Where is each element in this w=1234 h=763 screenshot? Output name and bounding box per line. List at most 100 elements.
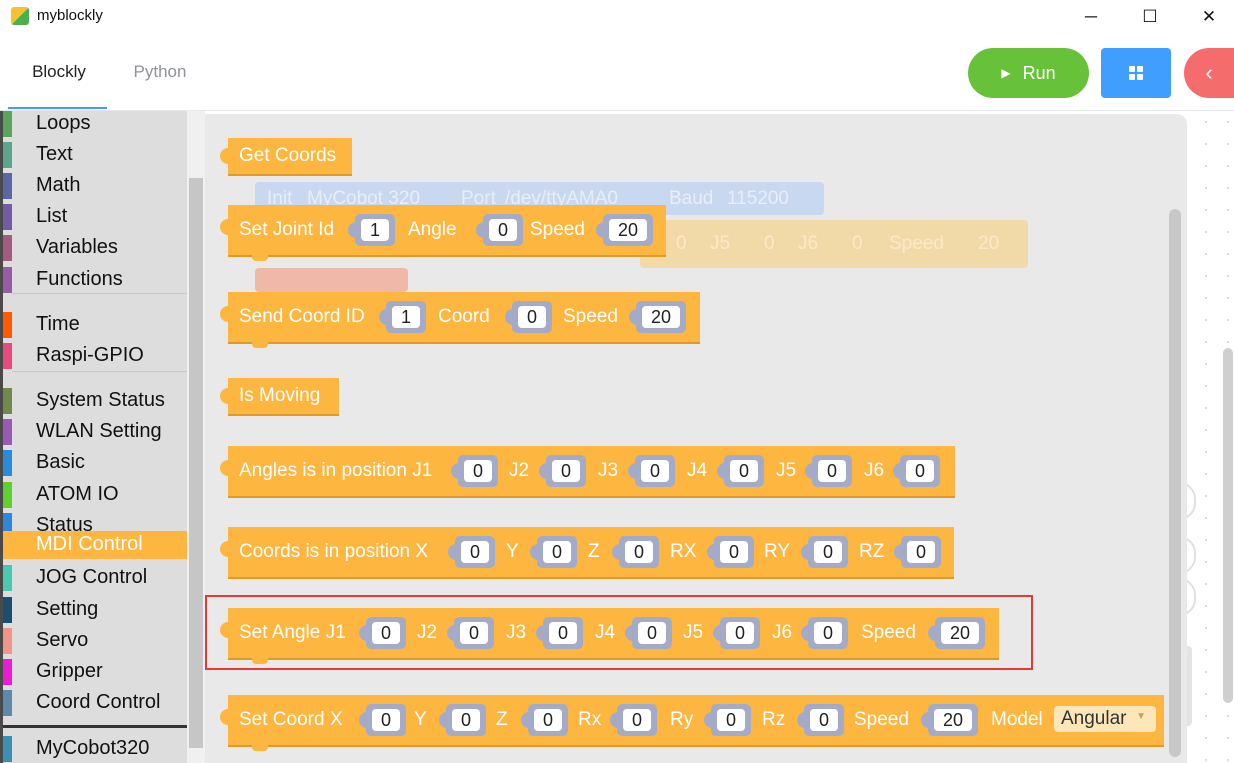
category-label: WLAN Setting: [36, 420, 162, 442]
joint-id-input[interactable]: 1: [348, 214, 395, 246]
category-math[interactable]: Math: [0, 171, 187, 201]
block-send-coord-id[interactable]: Send Coord ID 1 Coord 0 Speed 20: [220, 292, 700, 348]
input-value[interactable]: 0: [543, 541, 571, 563]
speed-input[interactable]: 20: [921, 704, 978, 736]
rx-input[interactable]: 0: [610, 704, 657, 736]
chevron-left-icon: ‹: [1205, 60, 1213, 85]
category-setting[interactable]: Setting: [0, 595, 187, 625]
category-loops[interactable]: Loops: [0, 111, 187, 139]
z-input[interactable]: 0: [612, 536, 659, 568]
category-label: ATOM IO: [36, 483, 119, 505]
title-bar: [0, 0, 1234, 34]
category-coord-control[interactable]: Coord Control: [0, 688, 187, 718]
category-text[interactable]: Text: [0, 140, 187, 170]
z-input[interactable]: 0: [521, 704, 568, 736]
input-value[interactable]: 0: [452, 709, 480, 731]
category-variables[interactable]: Variables: [0, 233, 187, 263]
category-mycobot320[interactable]: MyCobot320: [0, 734, 187, 763]
category-servo[interactable]: Servo: [0, 626, 187, 656]
input-value[interactable]: 0: [717, 709, 745, 731]
y-input[interactable]: 0: [439, 704, 486, 736]
category-label: System Status: [36, 389, 165, 411]
input-value[interactable]: 0: [518, 306, 546, 328]
j2-input[interactable]: 0: [539, 455, 586, 487]
j6-input[interactable]: 0: [893, 455, 940, 487]
j3-input[interactable]: 0: [628, 455, 675, 487]
ry-input[interactable]: 0: [801, 536, 848, 568]
block-get-coords[interactable]: Get Coords: [220, 138, 352, 174]
input-value[interactable]: 0: [907, 541, 935, 563]
input-value[interactable]: 0: [623, 709, 651, 731]
input-value[interactable]: 0: [372, 709, 400, 731]
input-value[interactable]: 0: [552, 460, 580, 482]
input-value[interactable]: 0: [730, 460, 758, 482]
block-is-moving[interactable]: Is Moving: [220, 378, 339, 414]
run-button[interactable]: ▶ Run: [968, 48, 1089, 98]
j1-input[interactable]: 0: [451, 455, 498, 487]
workspace-scrollbar[interactable]: [1223, 348, 1233, 703]
input-value[interactable]: 20: [642, 306, 680, 328]
block-set-joint-id[interactable]: Set Joint Id 1 Angle 0 Speed 20: [220, 205, 666, 261]
category-raspi-gpio[interactable]: Raspi-GPIO: [0, 341, 187, 371]
speed-input[interactable]: 20: [629, 301, 686, 333]
rz-input[interactable]: 0: [894, 536, 941, 568]
input-value[interactable]: 0: [818, 460, 846, 482]
block-set-coord[interactable]: Set Coord X 0 Y 0 Z 0 Rx 0 Ry 0 Rz 0 Spe…: [220, 695, 1164, 751]
rx-input[interactable]: 0: [707, 536, 754, 568]
category-time[interactable]: Time: [0, 310, 187, 340]
input-value[interactable]: 0: [464, 460, 492, 482]
input-value[interactable]: 0: [461, 541, 489, 563]
input-value[interactable]: 0: [534, 709, 562, 731]
ry-input[interactable]: 0: [704, 704, 751, 736]
category-wlan-setting[interactable]: WLAN Setting: [0, 417, 187, 447]
category-atom-io[interactable]: ATOM IO: [0, 480, 187, 510]
category-jog-control[interactable]: JOG Control: [0, 563, 187, 593]
block-coords-in-position[interactable]: Coords is in position X 0 Y 0 Z 0 RX 0 R…: [220, 527, 954, 577]
category-list[interactable]: List: [0, 202, 187, 232]
input-value[interactable]: 0: [810, 709, 838, 731]
minimize-button[interactable]: ─: [1068, 0, 1114, 34]
x-input[interactable]: 0: [359, 704, 406, 736]
ghost-angle-block: 0 J5 0 J6 0 Speed 20: [640, 220, 1028, 268]
coord-input[interactable]: 0: [505, 301, 552, 333]
coord-id-input[interactable]: 1: [379, 301, 426, 333]
rz-input[interactable]: 0: [797, 704, 844, 736]
input-value[interactable]: 0: [906, 460, 934, 482]
tab-python[interactable]: Python: [110, 52, 210, 92]
input-value[interactable]: 0: [625, 541, 653, 563]
input-value[interactable]: 0: [641, 460, 669, 482]
category-system-status[interactable]: System Status: [0, 386, 187, 416]
ghost-text: 0: [676, 233, 687, 254]
input-value[interactable]: 0: [814, 541, 842, 563]
input-value[interactable]: 1: [361, 219, 389, 241]
category-basic[interactable]: Basic: [0, 448, 187, 478]
tab-blockly[interactable]: Blockly: [12, 52, 106, 92]
grid-button[interactable]: [1101, 48, 1171, 98]
input-value[interactable]: 20: [609, 219, 647, 241]
flyout-scrollbar[interactable]: [1169, 209, 1181, 757]
y-input[interactable]: 0: [530, 536, 577, 568]
category-separator: [12, 293, 187, 294]
block-label: J6: [864, 460, 885, 481]
j5-input[interactable]: 0: [805, 455, 852, 487]
x-input[interactable]: 0: [448, 536, 495, 568]
maximize-button[interactable]: ☐: [1127, 0, 1173, 34]
category-functions[interactable]: Functions: [0, 265, 187, 295]
block-angles-in-position[interactable]: Angles is in position J1 0 J2 0 J3 0 J4 …: [220, 446, 955, 496]
input-value[interactable]: 0: [720, 541, 748, 563]
category-label: Math: [36, 174, 81, 196]
j4-input[interactable]: 0: [717, 455, 764, 487]
toolbox-scroll-thumb[interactable]: [189, 178, 203, 748]
close-button[interactable]: ✕: [1186, 0, 1232, 34]
input-value[interactable]: 0: [489, 219, 517, 241]
model-dropdown[interactable]: Angular ▼: [1054, 706, 1156, 732]
category-mdi-control[interactable]: MDI Control: [0, 531, 187, 559]
input-value[interactable]: 1: [392, 306, 420, 328]
input-value[interactable]: 20: [934, 709, 972, 731]
block-label: J3: [598, 460, 619, 481]
category-gripper[interactable]: Gripper: [0, 657, 187, 687]
speed-input[interactable]: 20: [596, 214, 653, 246]
block-label: Is Moving: [239, 385, 321, 406]
back-button[interactable]: ‹: [1184, 48, 1234, 98]
angle-input[interactable]: 0: [476, 214, 523, 246]
